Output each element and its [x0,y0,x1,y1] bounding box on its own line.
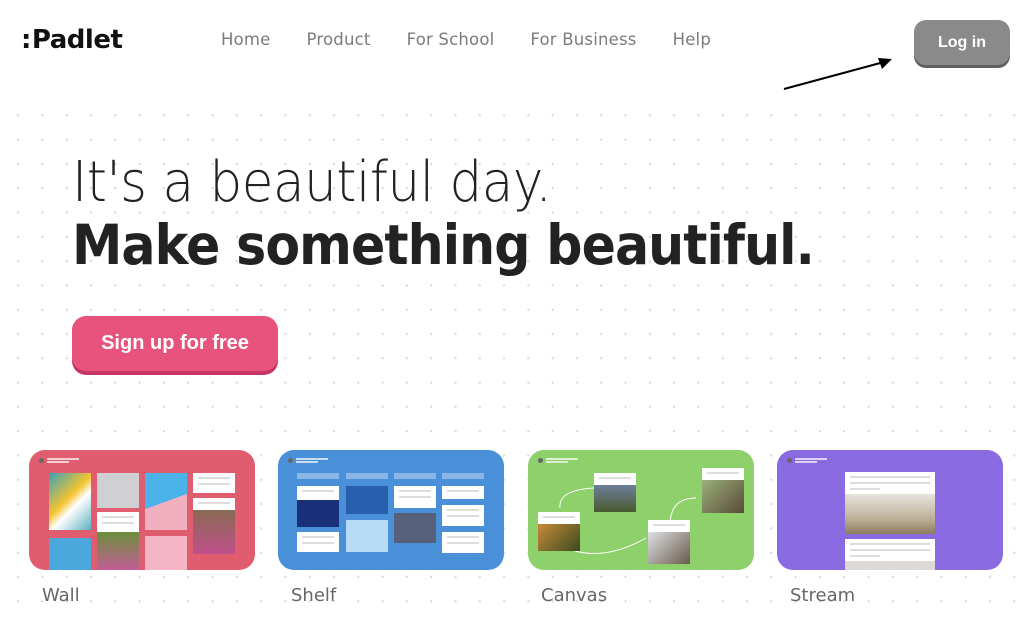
format-label-shelf: Shelf [291,585,337,606]
format-label-stream: Stream [790,585,856,606]
logo-colon-icon: : [21,25,31,55]
shelf-thumbnail [278,450,504,570]
padlet-logo[interactable]: :Padlet [21,25,123,55]
nav-product[interactable]: Product [307,30,371,49]
nav-for-business[interactable]: For Business [530,30,636,49]
format-label-wall: Wall [42,585,80,606]
main-nav: Home Product For School For Business Hel… [221,30,747,49]
stream-thumbnail [777,450,1003,570]
hero-subheadline: Make something beautiful. [72,213,815,277]
login-button[interactable]: Log in [914,20,1010,65]
logo-text: Padlet [31,25,123,55]
format-card-stream[interactable]: Stream [777,450,1003,606]
wall-thumbnail [29,450,255,570]
nav-home[interactable]: Home [221,30,271,49]
arrow-annotation-icon [783,58,892,90]
hero-headline: It's a beautiful day. [72,150,552,215]
format-label-canvas: Canvas [541,585,608,606]
format-card-canvas[interactable]: Canvas [528,450,754,606]
canvas-thumbnail [528,450,754,570]
format-card-wall[interactable]: Wall [29,450,255,606]
nav-for-school[interactable]: For School [407,30,495,49]
format-card-shelf[interactable]: Shelf [278,450,504,606]
signup-button[interactable]: Sign up for free [72,316,278,371]
nav-help[interactable]: Help [673,30,711,49]
